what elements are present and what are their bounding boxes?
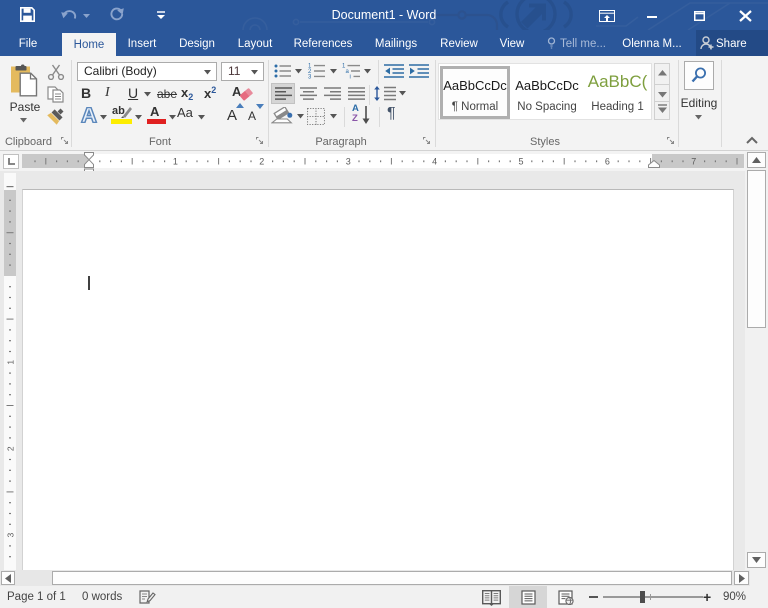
svg-text:3: 3	[6, 532, 16, 537]
svg-text:5: 5	[518, 157, 523, 167]
svg-text:i: i	[350, 75, 351, 80]
svg-text:3: 3	[308, 75, 312, 80]
svg-text:6: 6	[605, 157, 610, 167]
svg-text:7: 7	[691, 157, 696, 167]
svg-text:1: 1	[6, 360, 16, 365]
svg-text:3: 3	[346, 157, 351, 167]
svg-text:4: 4	[432, 157, 437, 167]
svg-text:1: 1	[173, 157, 178, 167]
svg-text:2: 2	[259, 157, 264, 167]
svg-text:2: 2	[6, 446, 16, 451]
